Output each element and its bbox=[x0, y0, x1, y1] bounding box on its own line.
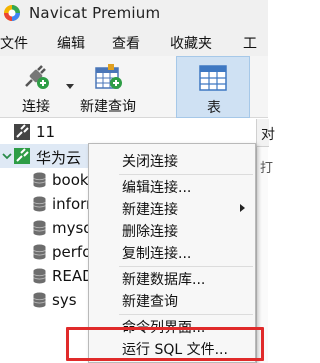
connection-icon bbox=[14, 124, 30, 140]
plug-icon bbox=[25, 65, 49, 89]
new-query-icon bbox=[95, 64, 122, 89]
database-icon bbox=[33, 292, 46, 308]
menu-item-close-connection[interactable]: 关闭连接 bbox=[89, 149, 255, 171]
menu-file[interactable]: 文件 bbox=[0, 33, 28, 53]
menu-bar: 文件 编辑 查看 收藏夹 工具 bbox=[0, 26, 268, 72]
menu-item-delete-connection[interactable]: 删除连接 bbox=[89, 219, 255, 241]
menu-view[interactable]: 查看 bbox=[112, 33, 140, 53]
open-table-label[interactable]: 打 bbox=[260, 157, 273, 176]
connect-label: 连接 bbox=[22, 99, 50, 115]
menu-edit[interactable]: 编辑 bbox=[57, 33, 85, 53]
database-icon bbox=[33, 172, 46, 188]
tree-database-label: sys bbox=[52, 291, 77, 309]
table-icon bbox=[199, 65, 227, 91]
menu-item-new-database[interactable]: 新建数据库... bbox=[89, 267, 255, 289]
connect-button[interactable]: 连接 bbox=[10, 56, 64, 118]
highlight-annotation-box bbox=[66, 327, 264, 361]
new-query-label: 新建查询 bbox=[80, 99, 136, 115]
new-query-button[interactable]: 新建查询 bbox=[80, 56, 142, 118]
menu-favorites[interactable]: 收藏夹 bbox=[170, 33, 212, 53]
database-icon bbox=[33, 196, 46, 212]
object-tab-label: 对 bbox=[261, 127, 275, 143]
tree-database-label: book bbox=[52, 171, 89, 189]
database-icon bbox=[33, 244, 46, 260]
connect-dropdown-arrow-icon[interactable] bbox=[66, 84, 74, 89]
menu-item-new-query[interactable]: 新建查询 bbox=[89, 289, 255, 311]
chevron-down-icon[interactable] bbox=[2, 151, 12, 161]
table-label: 表 bbox=[207, 100, 221, 116]
submenu-arrow-icon bbox=[240, 204, 245, 212]
tree-database-label: inforr bbox=[52, 195, 93, 213]
object-tab[interactable]: 对 bbox=[257, 119, 275, 147]
toolbar: 连接 新建查询 表 bbox=[0, 56, 268, 118]
table-button[interactable]: 表 bbox=[176, 56, 250, 118]
window-title: Navicat Premium bbox=[29, 4, 161, 22]
tree-connection-label: 华为云 bbox=[36, 149, 82, 167]
tree-connection-11[interactable]: 11 bbox=[0, 120, 258, 144]
navicat-logo-icon bbox=[4, 5, 20, 21]
menu-item-edit-connection[interactable]: 编辑连接... bbox=[89, 175, 255, 197]
tree-connection-label: 11 bbox=[36, 123, 56, 141]
tree-database-label: perfo bbox=[52, 243, 92, 261]
database-icon bbox=[33, 220, 46, 236]
connection-icon bbox=[14, 148, 30, 164]
menu-item-new-connection[interactable]: 新建连接 bbox=[89, 197, 255, 219]
database-icon bbox=[33, 268, 46, 284]
title-bar: Navicat Premium bbox=[0, 0, 268, 26]
tree-database-label: mysq bbox=[52, 219, 93, 237]
menu-item-copy-connection[interactable]: 复制连接... bbox=[89, 241, 255, 263]
